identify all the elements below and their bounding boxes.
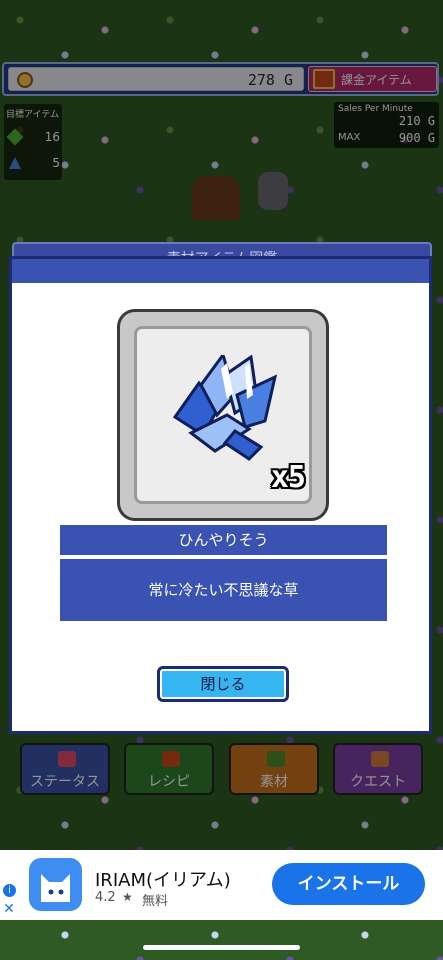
cat-eye bbox=[48, 889, 54, 895]
ice-grass-stem bbox=[222, 429, 264, 461]
app-rating: 4.2 bbox=[95, 890, 116, 905]
item-description: 常に冷たい不思議な草 bbox=[60, 559, 387, 621]
app-name[interactable]: IRIAM(イリアム) bbox=[95, 866, 231, 892]
app-price: 無料 bbox=[142, 894, 169, 909]
ad-close-icon[interactable]: ✕ bbox=[2, 902, 16, 916]
item-frame: x5 bbox=[117, 309, 329, 521]
close-button[interactable]: 閉じる bbox=[157, 666, 289, 702]
item-name: ひんやりそう bbox=[60, 525, 387, 555]
ad-info-icon[interactable]: i bbox=[3, 884, 16, 897]
cat-eye bbox=[58, 889, 64, 895]
star-icon: ★ bbox=[122, 890, 133, 904]
item-frame-inner: x5 bbox=[134, 326, 312, 504]
item-detail-dialog: x5 ひんやりそう 常に冷たい不思議な草 閉じる bbox=[9, 256, 432, 734]
item-count: x5 bbox=[270, 460, 306, 495]
ice-grass-icon bbox=[172, 355, 278, 461]
install-button[interactable]: インストール bbox=[272, 863, 425, 905]
ad-banner[interactable]: i ✕ IRIAM(イリアム) 4.2 ★ 無料 インストール bbox=[0, 850, 443, 920]
dialog-header bbox=[12, 259, 429, 283]
cat-face-icon bbox=[41, 874, 70, 902]
home-indicator[interactable] bbox=[143, 945, 300, 950]
cat-face-shape bbox=[41, 874, 70, 902]
app-icon[interactable] bbox=[29, 858, 82, 911]
